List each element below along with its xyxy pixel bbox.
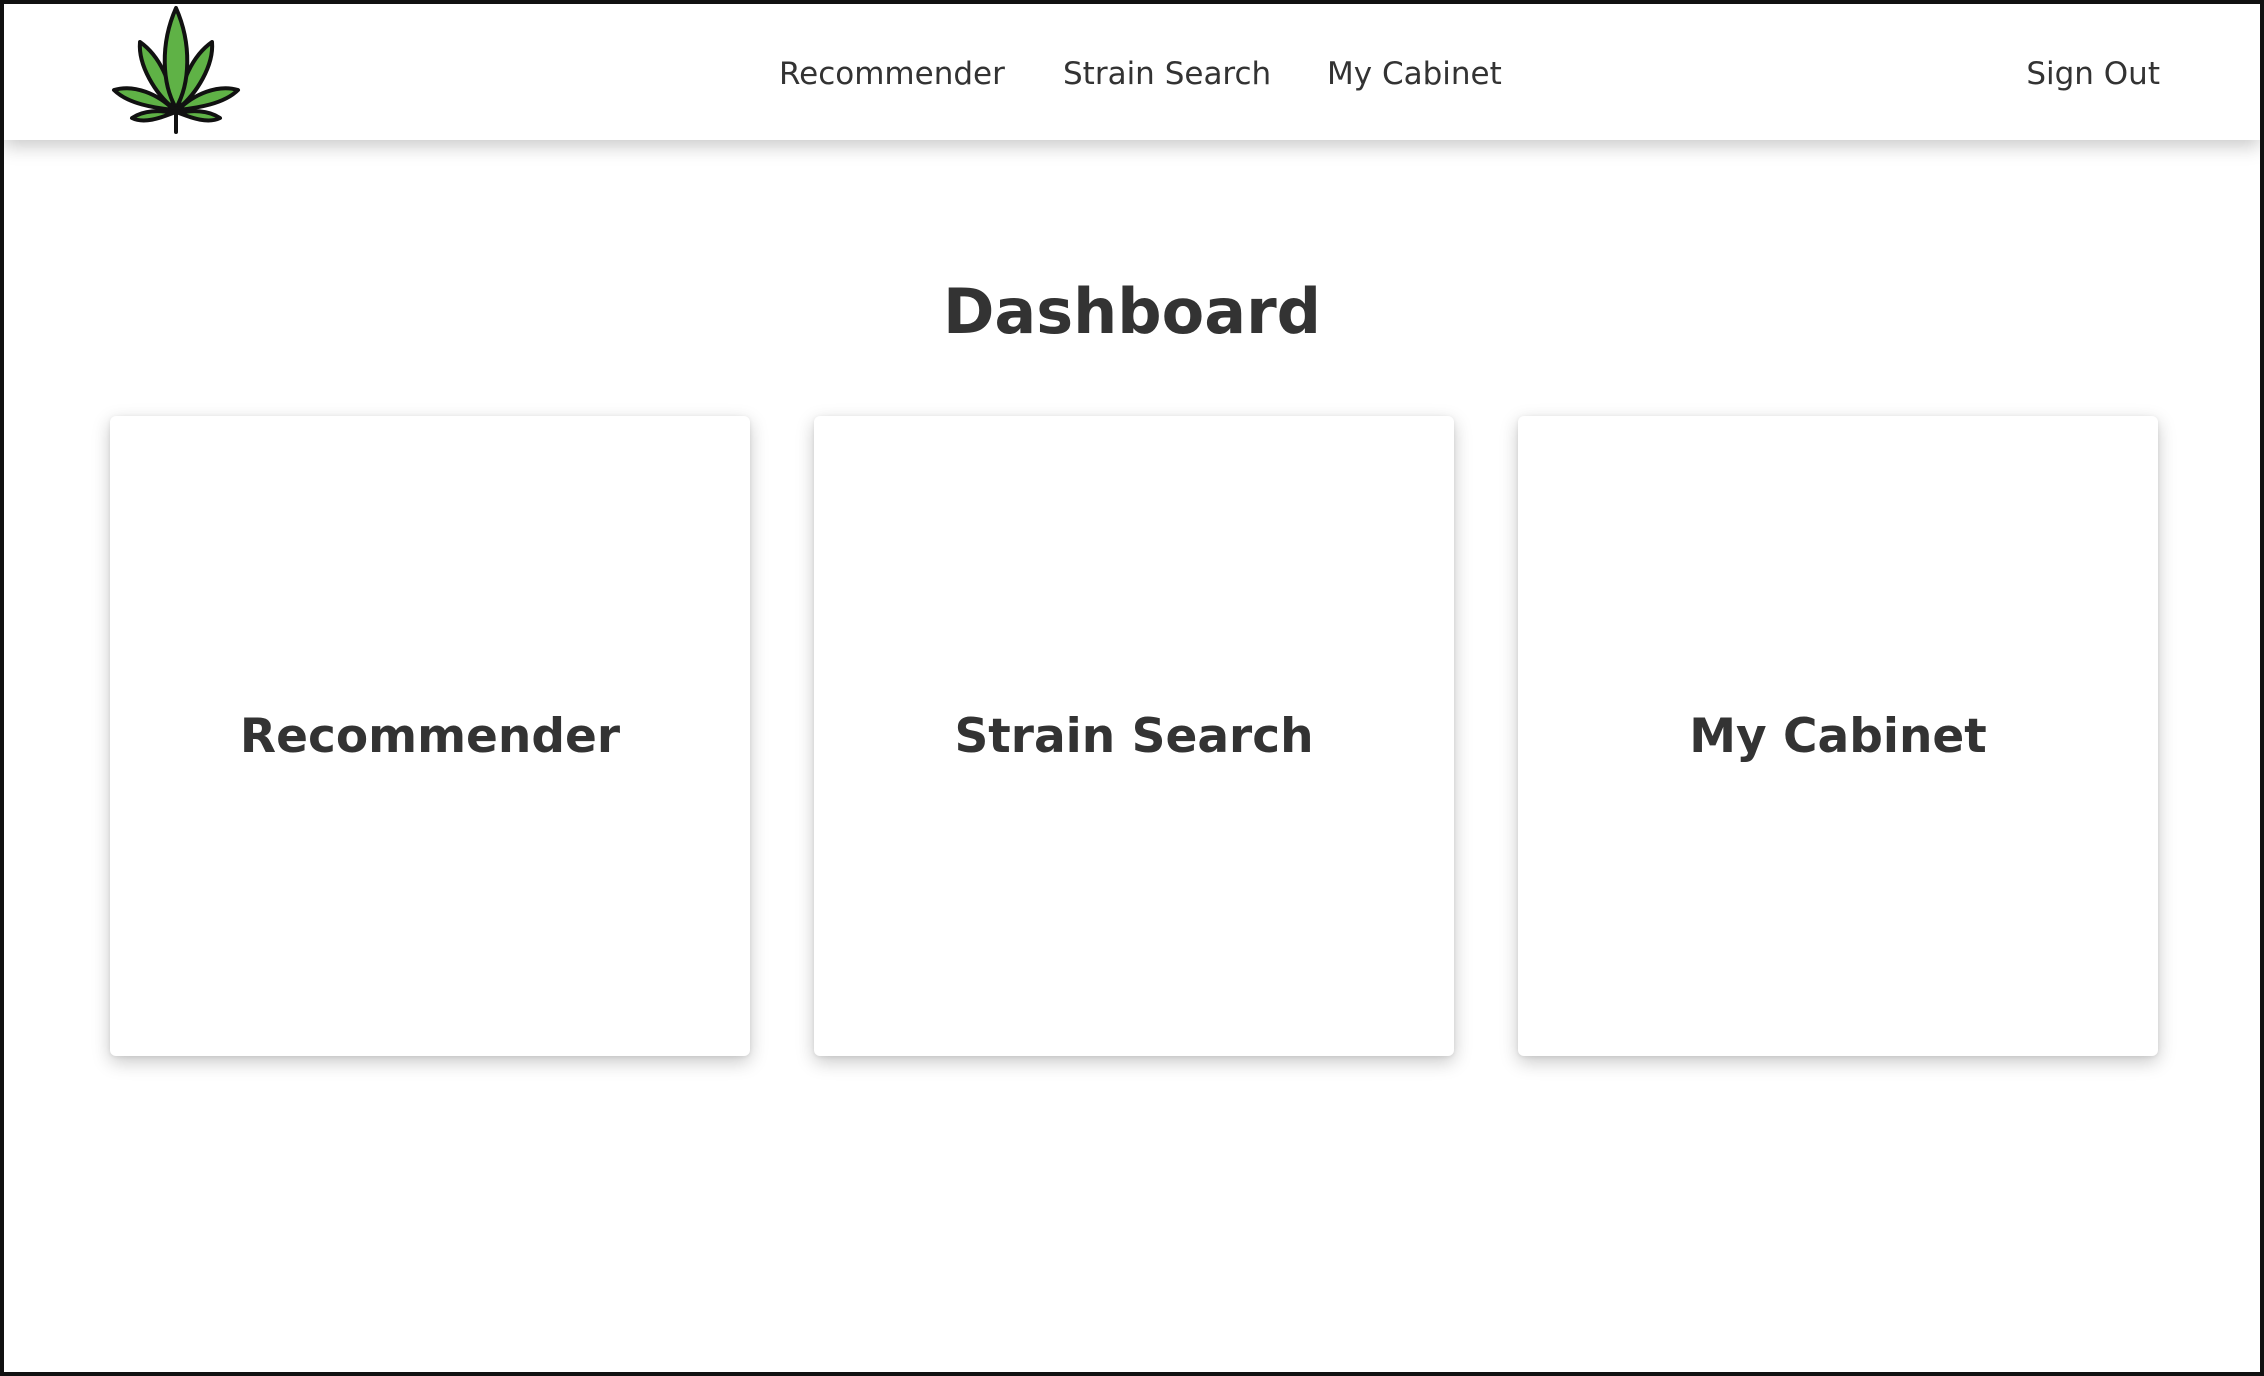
dashboard-cards: Recommender Strain Search My Cabinet [110,416,2164,1056]
nav-link-strain-search[interactable]: Strain Search [1063,54,1271,94]
my-cabinet-card[interactable]: My Cabinet [1518,416,2158,1056]
recommender-card[interactable]: Recommender [110,416,750,1056]
strain-search-card[interactable]: Strain Search [814,416,1454,1056]
main-nav: Recommender Strain Search My Cabinet Sig… [4,4,2260,140]
nav-link-recommender[interactable]: Recommender [779,54,1005,94]
page-title: Dashboard [942,275,1322,348]
card-label: My Cabinet [1689,708,1987,764]
card-label: Strain Search [954,708,1314,764]
top-navbar: Recommender Strain Search My Cabinet Sig… [4,4,2260,140]
app-window: Recommender Strain Search My Cabinet Sig… [0,0,2264,1376]
nav-link-my-cabinet[interactable]: My Cabinet [1327,54,1502,94]
sign-out-link[interactable]: Sign Out [2026,54,2160,94]
card-label: Recommender [239,708,621,764]
